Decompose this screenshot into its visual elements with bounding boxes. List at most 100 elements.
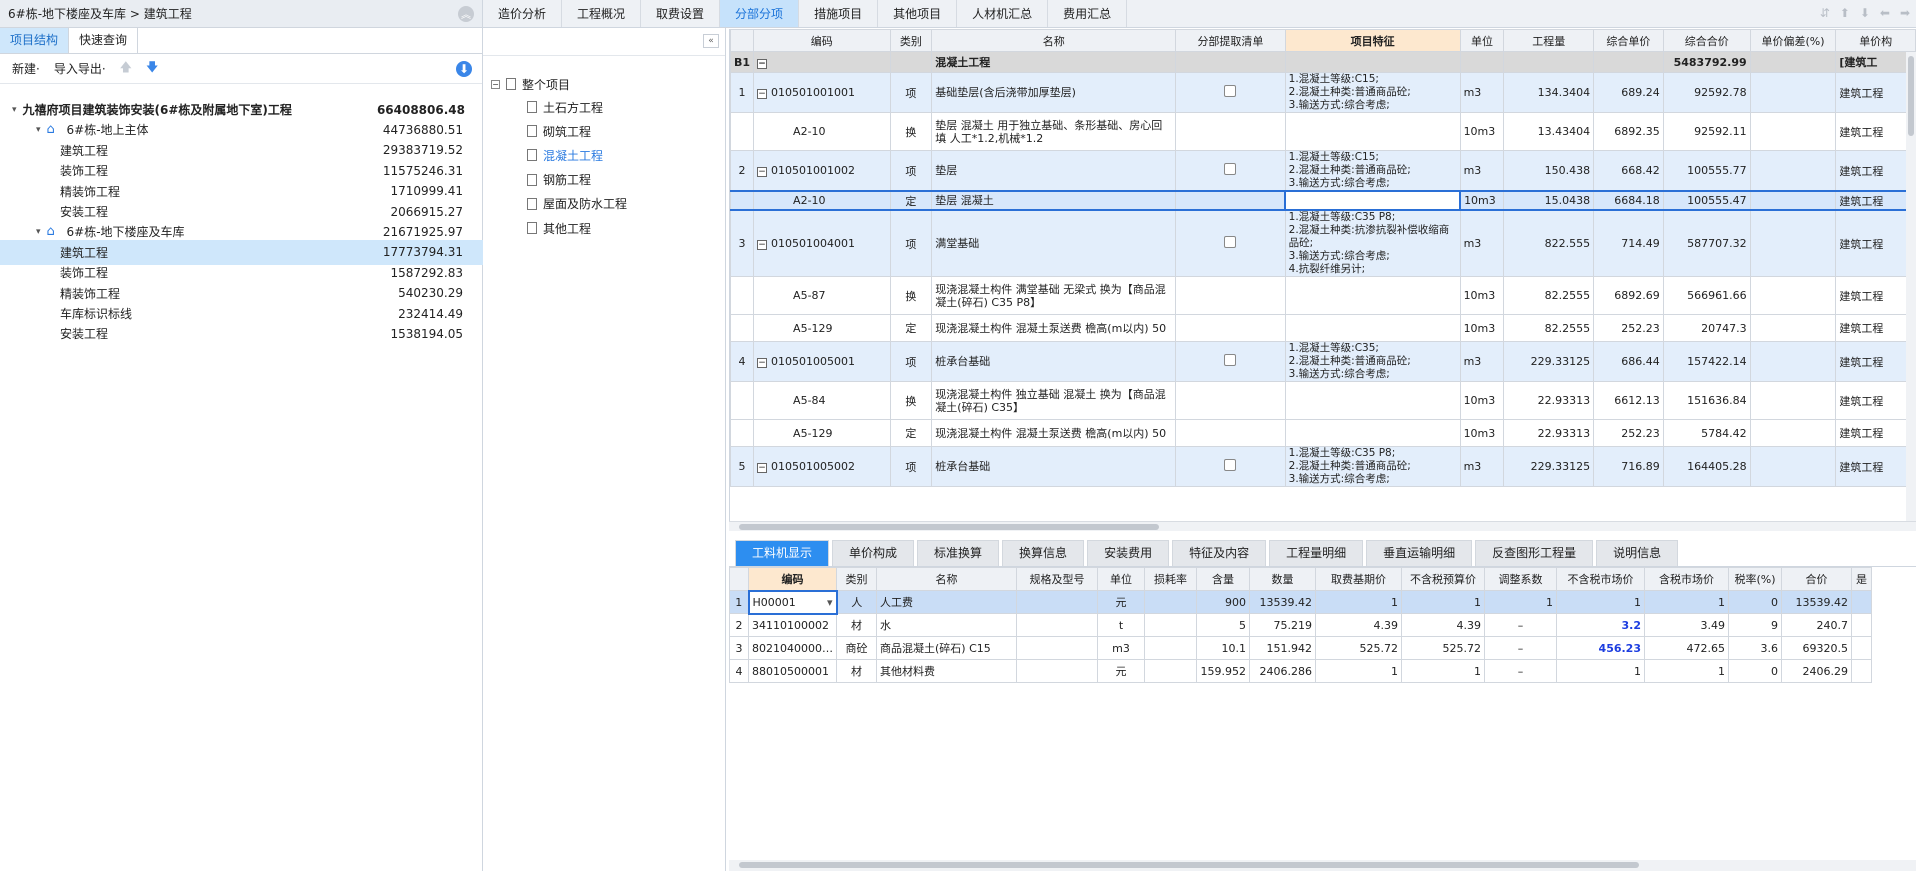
expand-triangle-icon[interactable]: ▾ — [36, 125, 41, 135]
extract-checkbox[interactable] — [1224, 459, 1237, 471]
quantity-cell[interactable]: 22.93313 — [1503, 381, 1595, 420]
tab-quick-query[interactable]: 快速查询 — [69, 28, 139, 53]
column-header[interactable] — [729, 567, 749, 591]
resource-cell[interactable]: 151.942 — [1249, 636, 1316, 660]
name-cell[interactable]: 现浇混凝土构件 满堂基础 无梁式 换为【商品混凝土(碎石) C35 P8】 — [931, 276, 1177, 315]
dropdown-icon[interactable]: ▾ — [827, 596, 833, 609]
column-header[interactable]: 单价偏差(%) — [1749, 29, 1837, 52]
detail-tab-2[interactable]: 标准换算 — [917, 540, 1000, 566]
column-header[interactable]: 单位 — [1459, 29, 1505, 52]
quantity-cell[interactable]: 15.0438 — [1503, 190, 1595, 211]
resource-cell[interactable] — [1016, 590, 1098, 614]
tab-2[interactable]: 取费设置 — [641, 0, 721, 27]
extract-checkbox[interactable] — [1224, 85, 1237, 97]
resource-cell[interactable]: 1 — [729, 590, 749, 614]
resource-cell[interactable]: 商砼 — [836, 636, 877, 660]
tree-node[interactable]: 安装工程 1538194.05 — [0, 321, 483, 346]
resource-cell[interactable]: 9 — [1728, 613, 1782, 637]
name-cell[interactable]: 桩承台基础 — [931, 341, 1177, 382]
column-header[interactable]: 名称 — [876, 567, 1017, 591]
feature-cell[interactable]: 1.混凝土等级:C35; 2.混凝土种类:普通商品砼; 3.输送方式:综合考虑; — [1284, 341, 1461, 382]
resource-cell[interactable]: 其他材料费 — [876, 659, 1017, 683]
name-cell[interactable]: 现浇混凝土构件 混凝土泵送费 檐高(m以内) 50 — [931, 314, 1177, 342]
detail-tab-9[interactable]: 说明信息 — [1596, 540, 1679, 566]
expand-triangle-icon[interactable]: ▾ — [36, 227, 41, 237]
resource-cell[interactable]: 4 — [729, 659, 749, 683]
down-icon[interactable]: ⬇ — [1860, 6, 1870, 20]
resource-row[interactable]: 3 8021040000… 商砼 商品混凝土(碎石) C15 m3 10.1 151.942… — [729, 636, 1872, 660]
feature-cell[interactable] — [1284, 314, 1461, 342]
feature-cell[interactable]: 1.混凝土等级:C15; 2.混凝土种类:普通商品砼; 3.输送方式:综合考虑; — [1284, 72, 1461, 113]
resource-cell[interactable] — [1016, 636, 1098, 660]
resource-cell[interactable] — [1144, 636, 1197, 660]
resource-cell[interactable]: 0 — [1728, 659, 1782, 683]
quota-row[interactable]: A5-129 定现浇混凝土构件 混凝土泵送费 檐高(m以内) 50 10m3 22.9… — [730, 419, 1916, 447]
feature-cell[interactable] — [1284, 381, 1461, 420]
resource-cell[interactable]: 3.2 — [1556, 613, 1645, 637]
collapse-box-icon[interactable]: − — [757, 240, 768, 250]
bill-item-row[interactable]: 1−010501001001 项基础垫层(含后浇带加厚垫层) 1.混凝土等级:C15… — [730, 72, 1916, 113]
section-item[interactable]: 砌筑工程 — [527, 119, 591, 143]
quota-row[interactable]: A2-10 换垫层 混凝土 用于独立基础、条形基础、房心回填 人工*1.2,机械*… — [730, 112, 1916, 151]
quota-row[interactable]: A5-87 换现浇混凝土构件 满堂基础 无梁式 换为【商品混凝土(碎石) C35 … — [730, 276, 1916, 315]
feature-cell[interactable]: 1.混凝土等级:C15; 2.混凝土种类:普通商品砼; 3.输送方式:综合考虑; — [1284, 150, 1461, 192]
column-header[interactable]: 编码 — [753, 29, 891, 52]
detail-tab-3[interactable]: 换算信息 — [1002, 540, 1085, 566]
resource-cell[interactable]: 13539.42 — [1781, 590, 1852, 614]
bill-item-row[interactable]: 2−010501001002 项垫层 1.混凝土等级:C15; 2.混凝土种类:普通… — [730, 150, 1916, 192]
column-header[interactable]: 分部提取清单 — [1175, 29, 1286, 52]
name-cell[interactable]: 桩承台基础 — [931, 446, 1177, 487]
name-cell[interactable]: 现浇混凝土构件 混凝土泵送费 檐高(m以内) 50 — [931, 419, 1177, 447]
quota-row[interactable]: A5-84 换现浇混凝土构件 独立基础 混凝土 换为【商品混凝土(碎石) C35】… — [730, 381, 1916, 420]
extract-checkbox[interactable] — [1224, 163, 1237, 175]
quota-row[interactable]: A2-10 定垫层 混凝土 10m3 15.0438 6684.18 100555.47 建… — [730, 190, 1916, 211]
resource-cell[interactable]: 2406.286 — [1249, 659, 1316, 683]
column-header[interactable]: 编码 — [748, 567, 837, 591]
section-item[interactable]: 其他工程 — [527, 216, 591, 240]
grid-horizontal-scrollbar[interactable] — [729, 521, 1916, 531]
section-item[interactable]: 土石方工程 — [527, 95, 603, 119]
detail-tab-4[interactable]: 安装费用 — [1087, 540, 1170, 566]
resource-cell[interactable]: 88010500001 — [748, 659, 837, 683]
resource-cell[interactable]: 2 — [729, 613, 749, 637]
tab-5[interactable]: 其他项目 — [878, 0, 958, 27]
bottom-horizontal-scrollbar[interactable] — [729, 860, 1916, 871]
column-header[interactable]: 规格及型号 — [1016, 567, 1098, 591]
column-header[interactable]: 综合单价 — [1593, 29, 1664, 52]
column-header[interactable]: 数量 — [1249, 567, 1316, 591]
resource-cell[interactable]: 159.952 — [1196, 659, 1250, 683]
column-settings-icon[interactable]: ⇵ — [1820, 6, 1830, 20]
collapse-box-icon[interactable]: − — [757, 358, 768, 368]
resource-cell[interactable]: 34110100002 — [748, 613, 837, 637]
resource-cell[interactable]: 10.1 — [1196, 636, 1250, 660]
quantity-cell[interactable]: 22.93313 — [1503, 419, 1595, 447]
quantity-cell[interactable]: 229.33125 — [1503, 446, 1595, 487]
resource-cell[interactable]: 525.72 — [1315, 636, 1402, 660]
resource-cell[interactable]: 1 — [1401, 590, 1485, 614]
resource-cell[interactable]: 3.49 — [1644, 613, 1729, 637]
resource-cell[interactable]: 0 — [1728, 590, 1782, 614]
name-cell[interactable]: 基础垫层(含后浇带加厚垫层) — [931, 72, 1177, 113]
quantity-cell[interactable]: 13.43404 — [1503, 112, 1595, 151]
bill-item-row[interactable]: 3−010501004001 项满堂基础 1.混凝土等级:C35 P8; 2.混凝土… — [730, 209, 1916, 277]
column-header[interactable]: 税率(%) — [1728, 567, 1782, 591]
resource-cell[interactable]: 元 — [1097, 659, 1145, 683]
resource-cell[interactable]: 商品混凝土(碎石) C15 — [876, 636, 1017, 660]
column-header[interactable]: 单价构 — [1835, 29, 1916, 52]
collapse-box-icon[interactable]: − — [491, 79, 500, 89]
resource-cell[interactable]: m3 — [1097, 636, 1145, 660]
name-cell[interactable]: 垫层 混凝土 用于独立基础、条形基础、房心回填 人工*1.2,机械*1.2 — [931, 112, 1177, 151]
labor-material-grid[interactable]: 编码 类别 名称 规格及型号 单位 损耗率 含量 数量 取费基期价 不含税预算价 调整系数 不含税市场… — [729, 566, 1916, 856]
resource-cell[interactable]: 525.72 — [1401, 636, 1485, 660]
resource-cell[interactable]: 456.23 — [1556, 636, 1645, 660]
column-header[interactable]: 调整系数 — [1484, 567, 1557, 591]
resource-cell[interactable] — [1016, 613, 1098, 637]
download-icon[interactable]: ⬇ — [456, 60, 472, 77]
column-header[interactable]: 含量 — [1196, 567, 1250, 591]
section-item[interactable]: 屋面及防水工程 — [527, 192, 627, 216]
resource-cell[interactable]: 1 — [1484, 590, 1557, 614]
detail-tab-8[interactable]: 反查图形工程量 — [1475, 540, 1594, 566]
resource-cell[interactable]: H00001 ▾ — [747, 589, 838, 615]
tab-4[interactable]: 措施项目 — [799, 0, 879, 27]
column-header[interactable]: 损耗率 — [1144, 567, 1197, 591]
